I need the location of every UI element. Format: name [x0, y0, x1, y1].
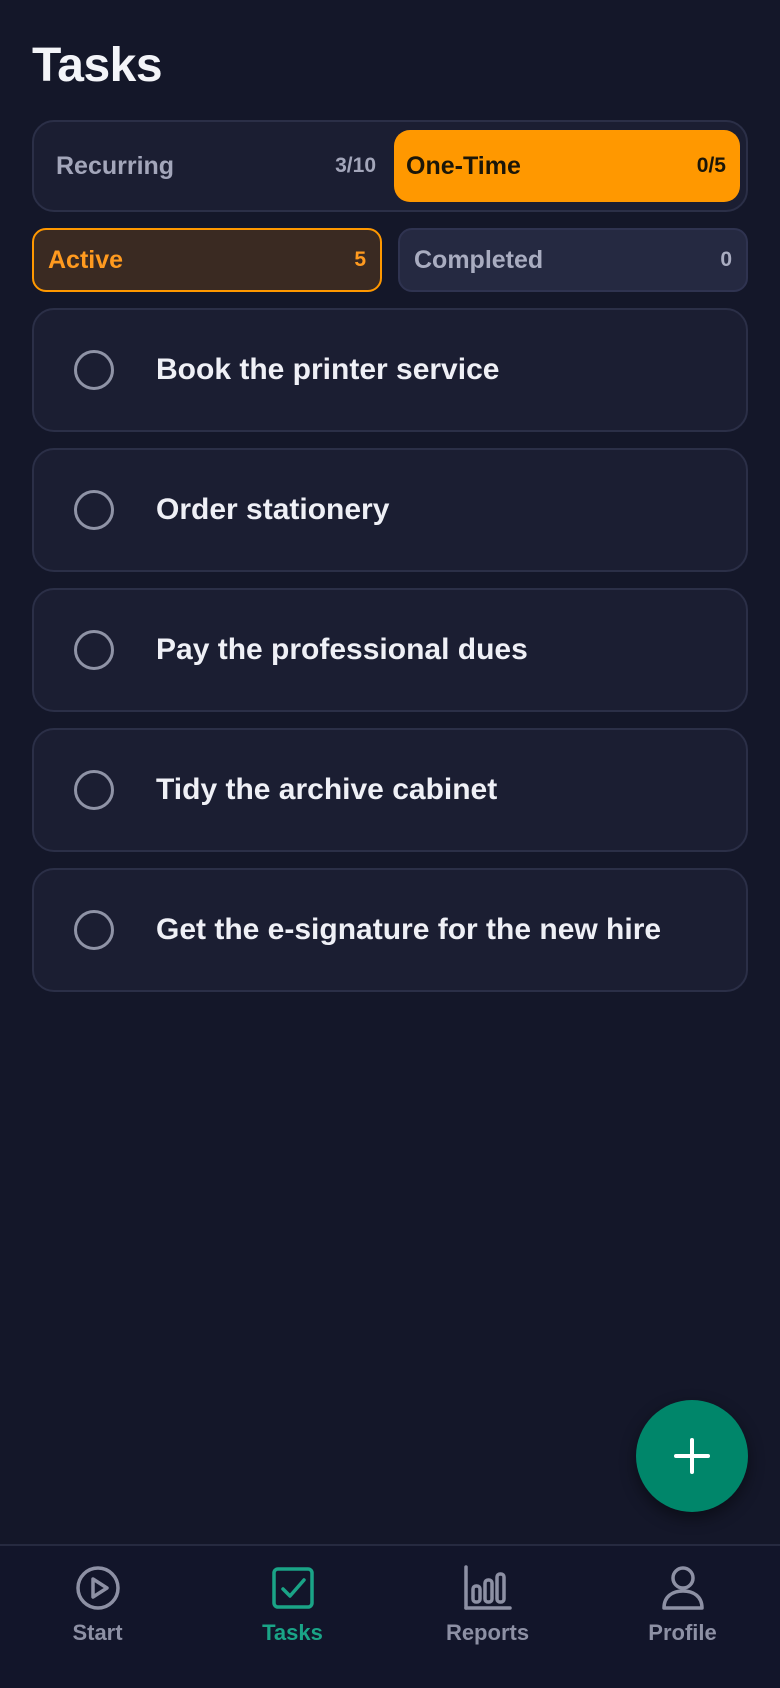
filter-active-label: Active [48, 245, 124, 274]
task-title: Get the e-signature for the new hire [156, 913, 662, 946]
bottom-navigation: Start Tasks Reports Profile [0, 1544, 780, 1688]
filter-chip-completed[interactable]: Completed 0 [398, 228, 748, 292]
user-icon [661, 1566, 704, 1610]
nav-item-reports[interactable]: Reports [390, 1562, 585, 1646]
task-card[interactable]: Tidy the archive cabinet [32, 728, 748, 852]
segment-one-time-count: 0/5 [696, 154, 726, 177]
filter-completed-label: Completed [414, 245, 544, 274]
filter-active-count: 5 [354, 248, 366, 271]
nav-label-profile: Profile [648, 1620, 717, 1645]
task-checkbox[interactable] [74, 910, 114, 950]
page-title: Tasks [32, 39, 163, 92]
task-checkbox[interactable] [74, 490, 114, 530]
tasks-screen: Tasks Recurring 3/10 One-Time 0/5 Active… [0, 0, 780, 1688]
task-title: Pay the professional dues [156, 633, 528, 666]
task-title: Book the printer service [156, 353, 500, 386]
task-type-segmented-control: Recurring 3/10 One-Time 0/5 [32, 120, 748, 212]
task-card[interactable]: Book the printer service [32, 308, 748, 432]
nav-item-tasks[interactable]: Tasks [195, 1562, 390, 1646]
segment-recurring[interactable]: Recurring 3/10 [42, 130, 394, 202]
task-title: Order stationery [156, 493, 390, 526]
nav-label-reports: Reports [445, 1620, 530, 1645]
task-card[interactable]: Order stationery [32, 448, 748, 572]
filter-chip-active[interactable]: Active 5 [32, 228, 382, 292]
add-task-button[interactable] [636, 1400, 748, 1512]
segment-one-time[interactable]: One-Time 0/5 [394, 130, 740, 202]
checkbox-icon [271, 1567, 314, 1609]
filter-completed-count: 0 [720, 248, 732, 271]
segment-recurring-label: Recurring [56, 151, 175, 180]
bar-chart-icon [463, 1565, 512, 1610]
task-list: Book the printer service Order stationer… [32, 308, 748, 1008]
segment-one-time-label: One-Time [406, 151, 521, 180]
segment-recurring-count: 3/10 [335, 154, 376, 177]
task-title: Tidy the archive cabinet [156, 773, 498, 806]
nav-label-start: Start [72, 1620, 123, 1645]
nav-item-start[interactable]: Start [0, 1562, 195, 1646]
task-checkbox[interactable] [74, 770, 114, 810]
nav-label-tasks: Tasks [262, 1620, 323, 1645]
task-checkbox[interactable] [74, 350, 114, 390]
play-circle-icon [75, 1566, 120, 1610]
nav-item-profile[interactable]: Profile [585, 1562, 780, 1646]
task-card[interactable]: Get the e-signature for the new hire [32, 868, 748, 992]
plus-icon [674, 1438, 710, 1474]
task-checkbox[interactable] [74, 630, 114, 670]
task-card[interactable]: Pay the professional dues [32, 588, 748, 712]
